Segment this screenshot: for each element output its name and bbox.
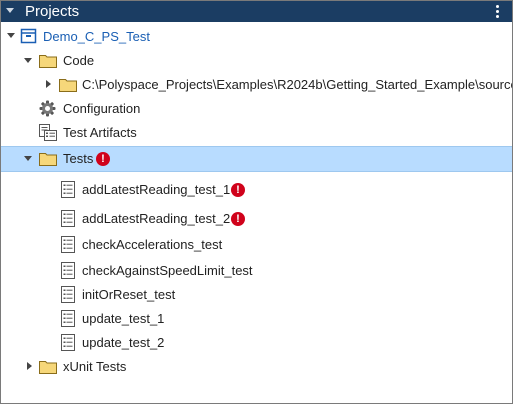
expand-caret-icon[interactable] xyxy=(24,156,32,161)
folder-icon xyxy=(59,79,77,92)
code-folder-label: Code xyxy=(63,53,95,68)
test-file-icon xyxy=(61,181,75,198)
test-label: checkAccelerations_test xyxy=(82,237,223,252)
gear-icon xyxy=(39,100,56,117)
tree-item-configuration[interactable]: Configuration xyxy=(1,97,512,121)
test-item[interactable]: update_test_2 xyxy=(1,331,512,355)
tree-item-project[interactable]: Demo_C_PS_Test xyxy=(1,25,512,49)
test-item[interactable]: checkAccelerations_test xyxy=(1,233,512,257)
test-file-icon xyxy=(61,310,75,327)
tree-item-code[interactable]: Code xyxy=(1,49,512,73)
test-file-icon xyxy=(61,334,75,351)
tree-item-test-artifacts[interactable]: Test Artifacts xyxy=(1,121,512,145)
xunit-folder-label: xUnit Tests xyxy=(63,359,127,374)
warning-icon: ! xyxy=(231,212,245,226)
test-item[interactable]: initOrReset_test xyxy=(1,283,512,307)
test-file-icon xyxy=(61,286,75,303)
test-item[interactable]: update_test_1 xyxy=(1,307,512,331)
test-label: addLatestReading_test_1 xyxy=(82,182,231,197)
configuration-label: Configuration xyxy=(63,101,141,116)
panel-title: Projects xyxy=(25,3,80,20)
test-file-icon xyxy=(61,210,75,227)
collapse-caret-icon[interactable] xyxy=(27,362,32,370)
tree-item-tests[interactable]: Tests ! xyxy=(1,146,512,172)
test-label: addLatestReading_test_2 xyxy=(82,211,231,226)
test-item[interactable]: addLatestReading_test_1 ! xyxy=(1,178,512,202)
test-item[interactable]: checkAgainstSpeedLimit_test xyxy=(1,259,512,283)
caret-down-icon[interactable] xyxy=(6,8,14,13)
test-artifacts-icon xyxy=(39,124,57,141)
test-label: update_test_1 xyxy=(82,311,165,326)
tree-item-code-path[interactable]: C:\Polyspace_Projects\Examples\R2024b\Ge… xyxy=(1,73,512,97)
code-path-label: C:\Polyspace_Projects\Examples\R2024b\Ge… xyxy=(82,77,513,92)
folder-icon xyxy=(39,361,57,374)
project-icon xyxy=(20,28,37,44)
test-label: update_test_2 xyxy=(82,335,165,350)
warning-icon: ! xyxy=(231,183,245,197)
vertical-ellipsis-icon[interactable] xyxy=(496,5,499,19)
test-label: checkAgainstSpeedLimit_test xyxy=(82,263,253,278)
test-artifacts-label: Test Artifacts xyxy=(63,125,137,140)
expand-caret-icon[interactable] xyxy=(7,33,15,38)
test-item[interactable]: addLatestReading_test_2 ! xyxy=(1,207,512,231)
tree-item-xunit-tests[interactable]: xUnit Tests xyxy=(1,355,512,379)
test-file-icon xyxy=(61,236,75,253)
folder-icon xyxy=(39,55,57,68)
folder-icon xyxy=(39,153,57,166)
project-label: Demo_C_PS_Test xyxy=(43,29,150,44)
expand-caret-icon[interactable] xyxy=(24,58,32,63)
warning-icon: ! xyxy=(96,152,110,166)
collapse-caret-icon[interactable] xyxy=(46,80,51,88)
panel-header: Projects xyxy=(1,1,512,22)
test-label: initOrReset_test xyxy=(82,287,176,302)
tests-folder-label: Tests xyxy=(63,151,94,166)
projects-panel: Projects Demo_C_PS_Test Code C:\Polyspac… xyxy=(0,0,513,404)
test-file-icon xyxy=(61,262,75,279)
